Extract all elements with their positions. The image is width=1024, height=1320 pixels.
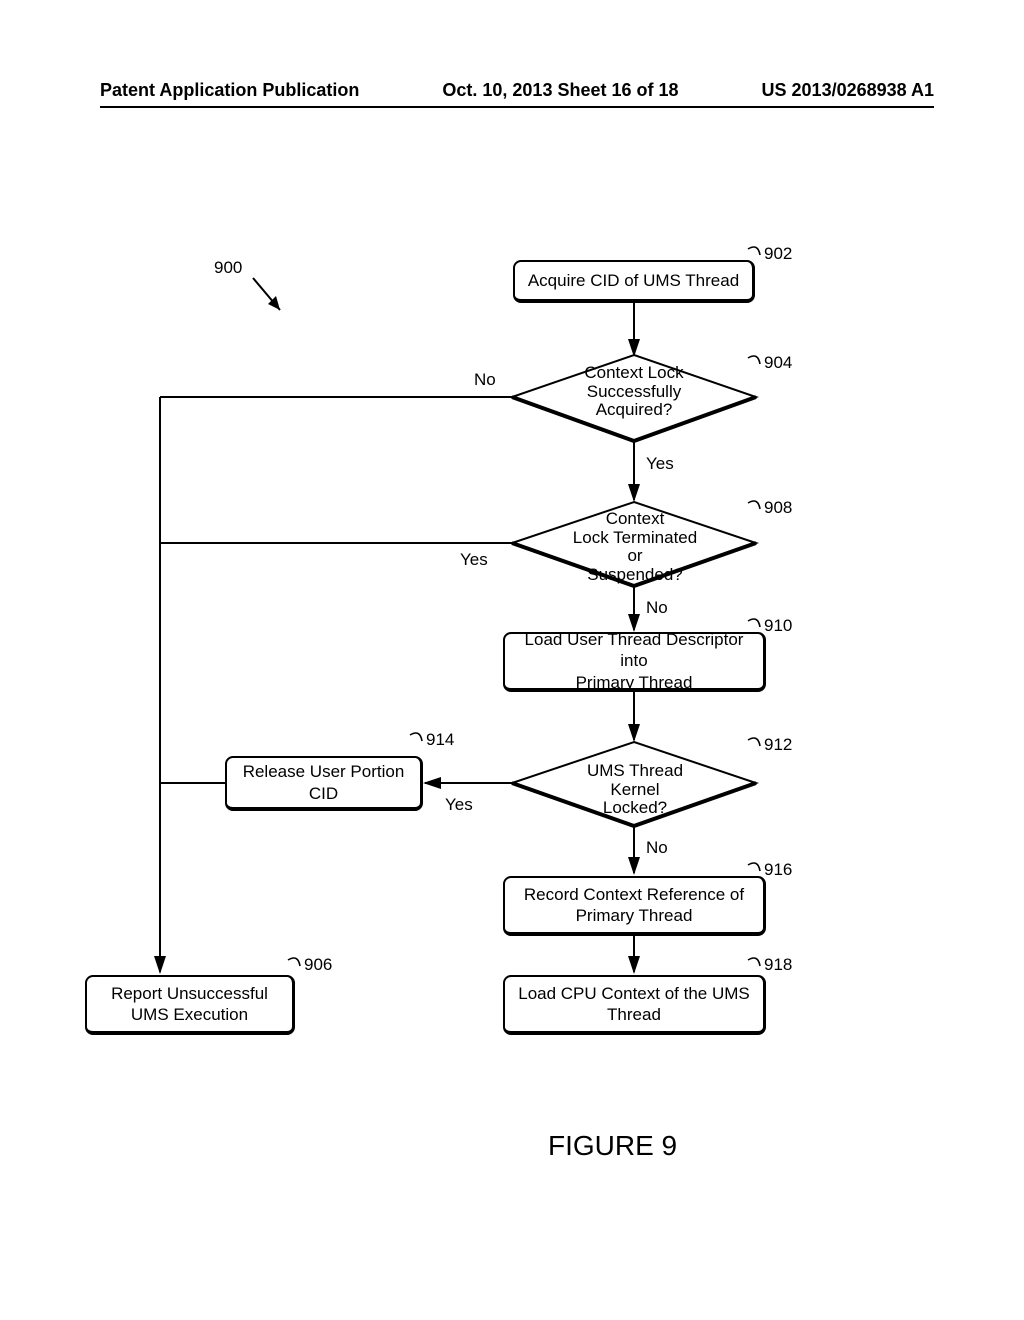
step-acquire-cid-text: Acquire CID of UMS Thread <box>528 270 739 291</box>
ref-908: 908 <box>764 498 792 518</box>
step-record-context-reference: Record Context Reference of Primary Thre… <box>503 876 766 936</box>
d904-l3: Acquired? <box>582 401 686 420</box>
step-release-user-portion-cid: Release User Portion CID <box>225 756 423 811</box>
b916-l1: Record Context Reference of <box>524 884 744 905</box>
b918-l1: Load CPU Context of the UMS <box>518 983 750 1004</box>
d904-l1: Context Lock <box>582 364 686 383</box>
edge-908-yes: Yes <box>460 550 488 570</box>
ref-902: 902 <box>764 244 792 264</box>
d912-l2: Locked? <box>568 799 702 818</box>
d908-l1: Context <box>566 510 704 529</box>
decision-context-lock-terminated: Context Lock Terminated or Suspended? <box>566 510 704 585</box>
b910-l1: Load User Thread Descriptor into <box>513 629 755 672</box>
b914-l2: CID <box>243 783 405 804</box>
step-acquire-cid: Acquire CID of UMS Thread <box>513 260 755 303</box>
step-load-cpu-context: Load CPU Context of the UMS Thread <box>503 975 766 1035</box>
d912-l1: UMS Thread Kernel <box>568 762 702 799</box>
d908-l2: Lock Terminated or <box>566 529 704 566</box>
ref-900: 900 <box>214 258 242 278</box>
ref-906: 906 <box>304 955 332 975</box>
step-report-unsuccessful: Report Unsuccessful UMS Execution <box>85 975 295 1035</box>
d904-l2: Successfully <box>582 383 686 402</box>
edge-904-yes: Yes <box>646 454 674 474</box>
b914-l1: Release User Portion <box>243 761 405 782</box>
edge-912-no: No <box>646 838 668 858</box>
ref-912: 912 <box>764 735 792 755</box>
b918-l2: Thread <box>518 1004 750 1025</box>
edge-912-yes: Yes <box>445 795 473 815</box>
edge-904-no: No <box>474 370 496 390</box>
ref-904: 904 <box>764 353 792 373</box>
d908-l3: Suspended? <box>566 566 704 585</box>
b906-l2: UMS Execution <box>111 1004 268 1025</box>
ref-918: 918 <box>764 955 792 975</box>
ref-910: 910 <box>764 616 792 636</box>
b906-l1: Report Unsuccessful <box>111 983 268 1004</box>
ref-914: 914 <box>426 730 454 750</box>
b910-l2: Primary Thread <box>513 672 755 693</box>
edge-908-no: No <box>646 598 668 618</box>
ref-916: 916 <box>764 860 792 880</box>
decision-ums-thread-kernel-locked: UMS Thread Kernel Locked? <box>568 762 702 818</box>
step-load-user-thread-descriptor: Load User Thread Descriptor into Primary… <box>503 632 766 692</box>
figure-label: FIGURE 9 <box>548 1130 677 1162</box>
b916-l2: Primary Thread <box>524 905 744 926</box>
decision-context-lock-acquired: Context Lock Successfully Acquired? <box>582 364 686 420</box>
